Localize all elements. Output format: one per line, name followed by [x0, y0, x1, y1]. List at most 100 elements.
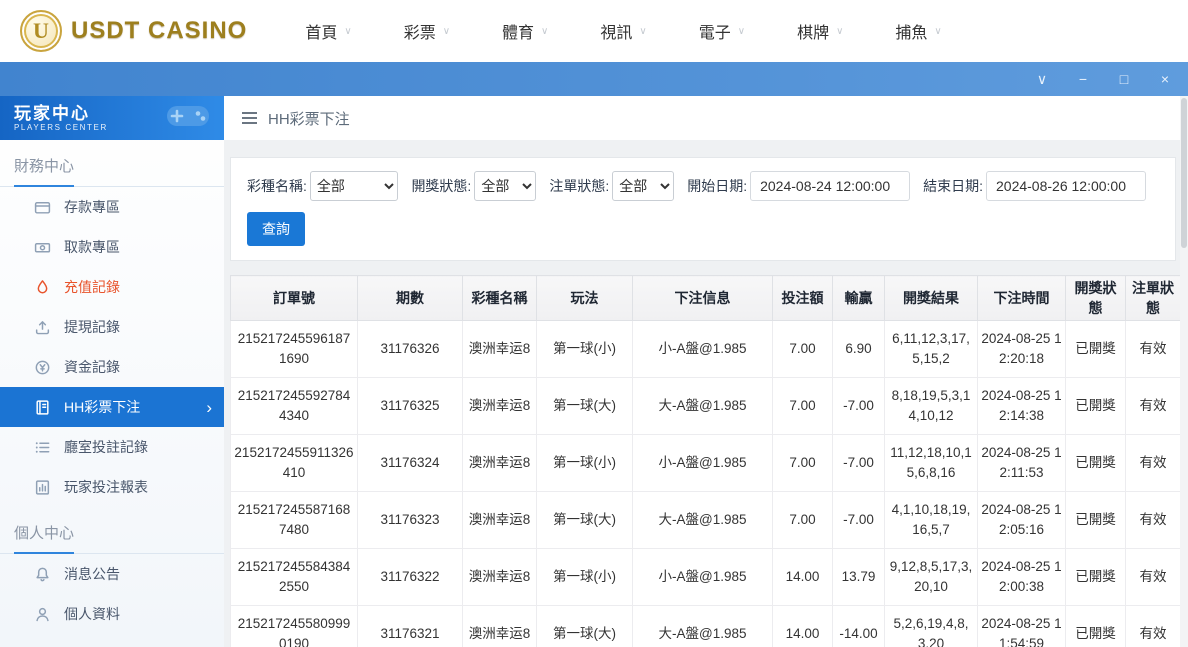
maximize-icon[interactable]: □: [1117, 72, 1131, 86]
nav-item[interactable]: 首頁 ∨: [305, 19, 351, 43]
start-date-input[interactable]: [750, 171, 911, 201]
cell-lottery-name: 澳洲幸运8: [462, 434, 537, 492]
cell-draw-status: 已開獎: [1065, 548, 1126, 606]
cell-bet-time: 2024-08-25 12:00:38: [977, 548, 1066, 606]
cell-play-type: 第一球(小): [536, 320, 633, 378]
nav-item[interactable]: 捕魚 ∨: [895, 19, 941, 43]
column-header-bet-amount: 投注額: [772, 275, 833, 321]
main-nav: 首頁 ∨ 彩票 ∨ 體育 ∨ 視訊 ∨ 電子 ∨ 棋牌 ∨ 捕魚 ∨: [305, 19, 941, 43]
nav-item[interactable]: 視訊 ∨: [600, 19, 646, 43]
cell-bet-info: 大-A盤@1.985: [632, 605, 773, 647]
nav-item-label: 視訊: [600, 25, 633, 42]
cell-order-status: 有效: [1125, 548, 1181, 606]
order-status-select[interactable]: 全部: [612, 171, 675, 201]
sidebar-item-label: 充值記錄: [64, 279, 120, 295]
page-title: HH彩票下注: [268, 110, 350, 128]
sidebar-item[interactable]: 充值記錄: [0, 267, 224, 307]
sidebar-item[interactable]: 玩家投注報表: [0, 467, 224, 507]
deposit-icon: [33, 198, 51, 216]
chevron-down-icon: ∨: [737, 25, 746, 37]
scrollbar-thumb[interactable]: [1181, 98, 1187, 248]
cell-bet-amount: 7.00: [772, 491, 833, 549]
cell-period: 31176325: [357, 377, 463, 435]
draw-status-select[interactable]: 全部: [474, 171, 537, 201]
cell-bet-amount: 7.00: [772, 434, 833, 492]
section-label: 個人中心: [0, 507, 224, 554]
table-row: 2152172455843842550 31176322 澳洲幸运8 第一球(小) 小-…: [230, 548, 1181, 606]
chevron-right-icon: ›: [206, 397, 212, 417]
minimize-icon[interactable]: −: [1076, 72, 1090, 86]
cell-order-status: 有效: [1125, 491, 1181, 549]
profile-icon: [33, 605, 51, 623]
brand-name: USDT CASINO: [71, 17, 248, 44]
close-icon[interactable]: ×: [1158, 72, 1172, 86]
nav-item[interactable]: 彩票 ∨: [404, 19, 450, 43]
cashout-icon: [33, 318, 51, 336]
cell-play-type: 第一球(大): [536, 491, 633, 549]
sidebar: 玩家中心 PLAYERS CENTER 財務中心 存款專區 取款專區 充值記錄 提現記錄…: [0, 96, 224, 647]
sidebar-item[interactable]: 個人資料: [0, 594, 224, 634]
cell-order-number: 2152172455927844340: [230, 377, 358, 435]
top-navigation: U USDT CASINO 首頁 ∨ 彩票 ∨ 體育 ∨ 視訊 ∨ 電子 ∨ 棋牌 ∨ 捕魚 ∨: [0, 0, 1188, 62]
sidebar-item[interactable]: 提現記錄: [0, 307, 224, 347]
table-header-row: 訂單號 期數 彩種名稱 玩法 下注信息 投注額 輸贏 開獎結果 下注時間 開獎狀態 注單狀態: [230, 275, 1181, 321]
sidebar-item-label: 消息公告: [64, 566, 120, 582]
cell-bet-amount: 14.00: [772, 605, 833, 647]
sidebar-item[interactable]: 資金記錄: [0, 347, 224, 387]
cell-play-type: 第一球(大): [536, 605, 633, 647]
nav-item-label: 捕魚: [895, 25, 928, 42]
sidebar-item[interactable]: 廳室投註記錄: [0, 427, 224, 467]
collapse-icon[interactable]: ∨: [1035, 72, 1049, 86]
cell-win-loss: -7.00: [832, 434, 885, 492]
lottery-select[interactable]: 全部: [309, 171, 399, 201]
cell-order-status: 有效: [1125, 320, 1181, 378]
sidebar-item[interactable]: 消息公告: [0, 554, 224, 594]
cell-win-loss: 13.79: [832, 548, 885, 606]
cell-bet-time: 2024-08-25 11:54:59: [977, 605, 1066, 647]
nav-item[interactable]: 棋牌 ∨: [797, 19, 843, 43]
sidebar-item[interactable]: 存款專區: [0, 187, 224, 227]
cell-bet-time: 2024-08-25 12:14:38: [977, 377, 1066, 435]
sidebar-item-label: HH彩票下注: [64, 399, 141, 415]
cell-win-loss: 6.90: [832, 320, 885, 378]
end-date-input[interactable]: [986, 171, 1146, 201]
breadcrumb: HH彩票下注: [224, 96, 1188, 140]
filter-row: 彩種名稱:全部開獎狀態:全部注單狀態:全部開始日期:結束日期:: [247, 171, 1159, 201]
search-button[interactable]: 查詢: [247, 212, 305, 246]
menu-icon[interactable]: [242, 112, 257, 124]
end-date-input-label: 結束日期:: [923, 178, 983, 194]
nav-item[interactable]: 電子 ∨: [699, 19, 745, 43]
cell-draw-result: 4,1,10,18,19,16,5,7: [884, 491, 978, 549]
nav-item-label: 體育: [502, 25, 535, 42]
cell-bet-info: 小-A盤@1.985: [632, 320, 773, 378]
scrollbar[interactable]: [1180, 96, 1188, 647]
column-header-draw-status: 開獎狀態: [1065, 275, 1126, 321]
cell-draw-status: 已開獎: [1065, 605, 1126, 647]
cell-period: 31176326: [357, 320, 463, 378]
sidebar-item-label: 提現記錄: [64, 319, 120, 335]
cell-order-number: 2152172455911326410: [230, 434, 358, 492]
funds-icon: [33, 358, 51, 376]
report-icon: [33, 478, 51, 496]
sidebar-item-label: 取款專區: [64, 239, 120, 255]
lottery-icon: [33, 398, 51, 416]
cell-draw-result: 11,12,18,10,15,6,8,16: [884, 434, 978, 492]
table-row: 2152172455911326410 31176324 澳洲幸运8 第一球(小) 小-…: [230, 434, 1181, 492]
nav-item-label: 首頁: [305, 25, 338, 42]
withdraw-icon: [33, 238, 51, 256]
sidebar-item[interactable]: 取款專區: [0, 227, 224, 267]
cell-win-loss: -7.00: [832, 491, 885, 549]
sidebar-item-label: 個人資料: [64, 606, 120, 622]
brand-logo[interactable]: U USDT CASINO: [20, 10, 247, 52]
nav-item[interactable]: 體育 ∨: [502, 19, 548, 43]
cell-order-number: 2152172455809990190: [230, 605, 358, 647]
cell-lottery-name: 澳洲幸运8: [462, 320, 537, 378]
gamepad-icon: [164, 102, 212, 135]
chevron-down-icon: ∨: [344, 25, 352, 37]
cell-order-number: 2152172455871687480: [230, 491, 358, 549]
sidebar-title: 玩家中心: [14, 103, 90, 123]
sidebar-item[interactable]: HH彩票下注 ›: [0, 387, 224, 427]
usdt-coin-icon: U: [20, 10, 62, 52]
cell-draw-status: 已開獎: [1065, 434, 1126, 492]
cell-order-status: 有效: [1125, 434, 1181, 492]
